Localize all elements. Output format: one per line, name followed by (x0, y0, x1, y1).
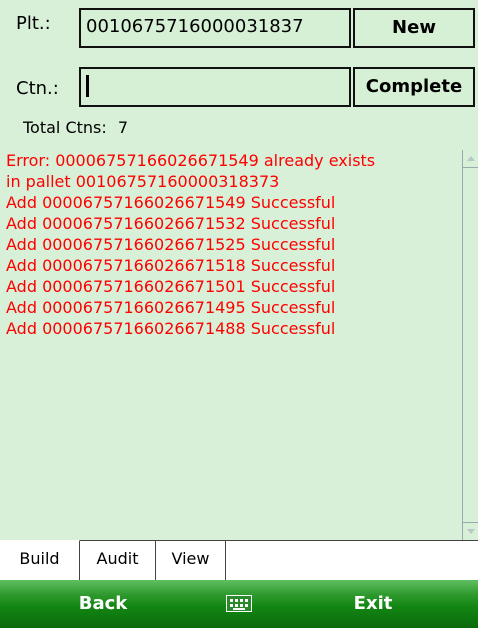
carton-label: Ctn.: (16, 78, 59, 99)
tab-bar: Build Audit View (0, 540, 478, 580)
back-softkey[interactable]: Back (0, 580, 206, 628)
chevron-up-icon (466, 156, 475, 161)
new-button[interactable]: New (353, 8, 475, 48)
scroll-down-button[interactable] (463, 522, 478, 540)
carton-input[interactable] (79, 67, 351, 107)
log-line: Add 00006757166026671495 Successful (6, 298, 336, 317)
log-line: Add 00006757166026671501 Successful (6, 277, 336, 296)
log-line: Add 00006757166026671518 Successful (6, 256, 336, 275)
log-line: Add 00006757166026671488 Successful (6, 319, 336, 338)
log-line: Add 00006757166026671549 Successful (6, 193, 336, 212)
scroll-up-button[interactable] (463, 150, 478, 168)
complete-button[interactable]: Complete (353, 67, 475, 107)
log-line: Error: 00006757166026671549 already exis… (6, 151, 376, 170)
log-scrollbar[interactable] (462, 150, 478, 540)
tab-build[interactable]: Build (0, 540, 80, 580)
app-screen: Plt.: 0010675716000031837 New Ctn.: Comp… (0, 0, 478, 628)
status-log: Error: 00006757166026671549 already exis… (6, 150, 462, 536)
softkey-bar: Back Exit (0, 580, 478, 628)
text-caret (86, 75, 89, 97)
log-line: Add 00006757166026671525 Successful (6, 235, 336, 254)
tab-audit[interactable]: Audit (80, 541, 156, 580)
keyboard-icon[interactable] (226, 595, 252, 612)
total-cartons: Total Ctns: 7 (23, 118, 128, 137)
pallet-label: Plt.: (16, 13, 51, 34)
exit-softkey[interactable]: Exit (270, 580, 476, 628)
log-line: in pallet 00106757160000318373 (6, 172, 280, 191)
log-line: Add 00006757166026671532 Successful (6, 214, 336, 233)
tab-view[interactable]: View (156, 541, 226, 580)
pallet-input[interactable]: 0010675716000031837 (79, 8, 351, 48)
total-cartons-value: 7 (117, 118, 129, 137)
pallet-input-value: 0010675716000031837 (86, 16, 304, 37)
chevron-down-icon (466, 529, 475, 534)
total-cartons-label: Total Ctns: (23, 118, 107, 137)
